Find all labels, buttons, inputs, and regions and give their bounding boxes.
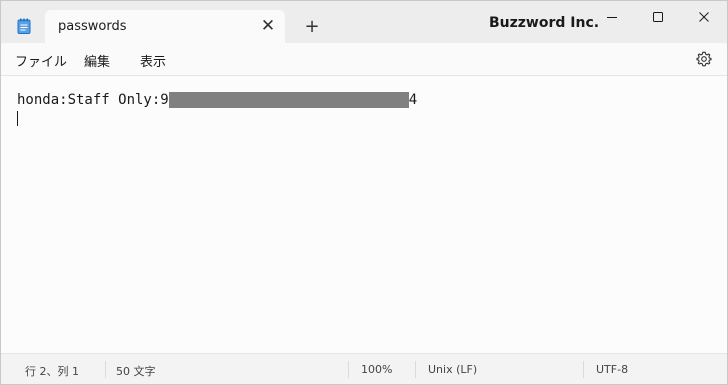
menu-view[interactable]: 表示 bbox=[140, 51, 166, 70]
tab-passwords[interactable]: passwords ✕ bbox=[45, 10, 285, 43]
status-zoom[interactable]: 100% bbox=[361, 363, 392, 376]
status-divider bbox=[105, 361, 106, 378]
maximize-button[interactable] bbox=[635, 1, 681, 33]
line-text-suffix: 4 bbox=[408, 92, 418, 108]
text-editor[interactable]: honda:Staff Only:9 4 bbox=[1, 76, 727, 353]
line-text-prefix: honda:Staff Only:9 bbox=[17, 92, 169, 108]
app-title: Buzzword Inc. bbox=[489, 15, 600, 31]
status-encoding[interactable]: UTF-8 bbox=[596, 363, 628, 376]
redacted-block bbox=[168, 92, 409, 108]
notepad-app-icon bbox=[17, 18, 31, 34]
status-line-ending[interactable]: Unix (LF) bbox=[428, 363, 477, 376]
status-divider bbox=[348, 361, 349, 378]
new-tab-button[interactable]: + bbox=[301, 16, 323, 38]
text-caret bbox=[17, 111, 18, 126]
title-bar: passwords ✕ + Buzzword Inc. bbox=[1, 1, 727, 43]
maximize-icon bbox=[653, 12, 663, 22]
menu-edit[interactable]: 編集 bbox=[84, 51, 110, 70]
close-icon bbox=[699, 12, 709, 22]
text-line-1: honda:Staff Only:9 4 bbox=[17, 91, 417, 109]
menu-bar: ファイル 編集 表示 bbox=[1, 43, 727, 76]
notepad-window: passwords ✕ + Buzzword Inc. ファイル 編集 表示 h… bbox=[0, 0, 728, 385]
menu-file[interactable]: ファイル bbox=[15, 51, 67, 70]
tab-close-icon[interactable]: ✕ bbox=[257, 15, 279, 37]
status-divider bbox=[583, 361, 584, 378]
minimize-icon bbox=[607, 17, 617, 18]
status-cursor-position: 行 2、列 1 bbox=[25, 365, 79, 378]
status-char-count: 50 文字 bbox=[116, 365, 156, 378]
close-button[interactable] bbox=[681, 1, 727, 33]
status-divider bbox=[415, 361, 416, 378]
status-bar: 行 2、列 1 50 文字 100% Unix (LF) UTF-8 bbox=[1, 353, 727, 384]
minimize-button[interactable] bbox=[589, 1, 635, 33]
settings-gear-icon[interactable] bbox=[694, 49, 714, 69]
tab-title: passwords bbox=[58, 19, 127, 34]
